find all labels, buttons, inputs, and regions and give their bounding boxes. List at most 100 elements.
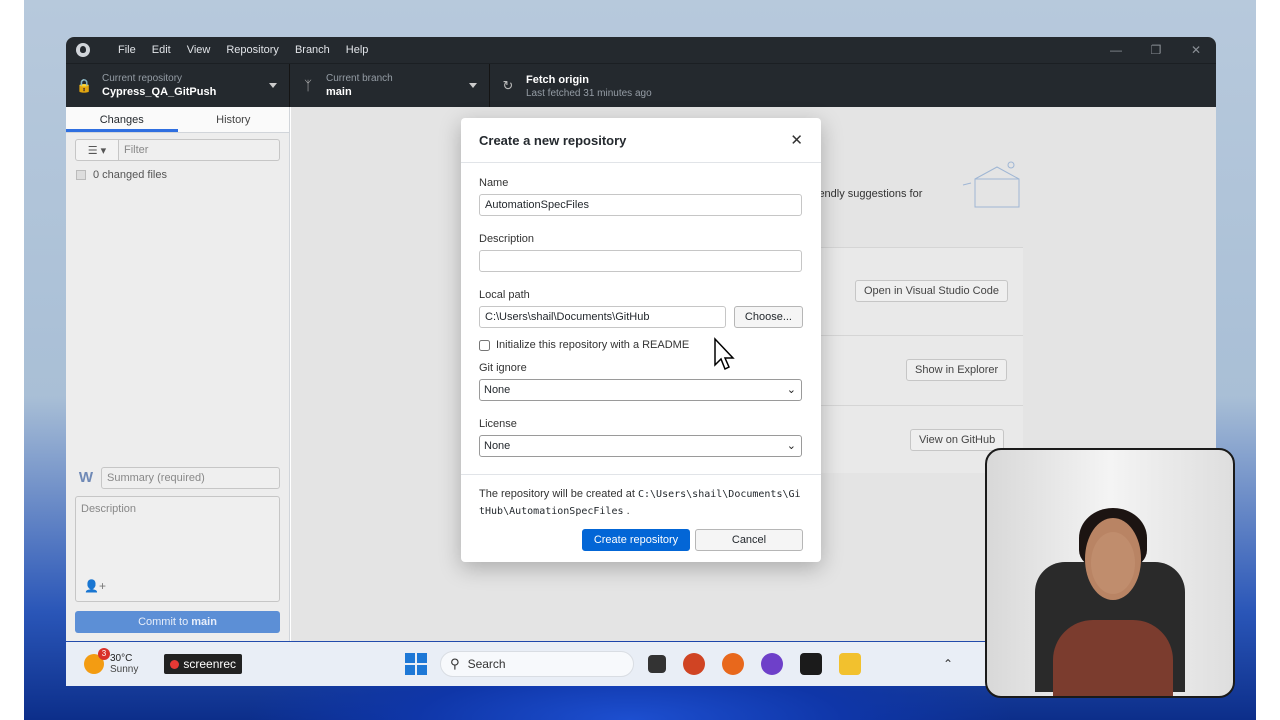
tab-changes[interactable]: Changes	[66, 107, 178, 132]
weather-condition: Sunny	[110, 664, 139, 675]
view-on-github-button[interactable]: View on GitHub	[910, 429, 1005, 451]
firefox-icon[interactable]	[722, 653, 745, 675]
summary-input[interactable]: Summary (required)	[101, 467, 280, 489]
avatar: W	[78, 469, 94, 486]
fetch-origin-button[interactable]: ↻ Fetch origin Last fetched 31 minutes a…	[490, 64, 730, 107]
changes-sidebar: Changes History ☰ ▾ Filter 0 changed fil…	[66, 107, 290, 641]
task-view-icon[interactable]	[648, 655, 667, 673]
local-path-row: Choose...	[479, 306, 803, 328]
sync-icon: ↻	[502, 77, 514, 93]
menu-branch[interactable]: Branch	[287, 44, 338, 56]
license-select[interactable]: None ⌄	[479, 435, 802, 457]
gitignore-select[interactable]: None ⌄	[479, 379, 802, 401]
gitignore-label: Git ignore	[479, 362, 527, 374]
license-label: License	[479, 418, 517, 430]
current-repository-value: Cypress_QA_GitPush	[102, 86, 217, 98]
show-in-explorer-button[interactable]: Show in Explorer	[906, 359, 1008, 381]
name-input[interactable]	[479, 194, 802, 216]
menu-repository[interactable]: Repository	[218, 44, 287, 56]
choose-button[interactable]: Choose...	[733, 306, 803, 328]
weather-sun-icon: 3	[84, 648, 110, 674]
screenrec-label: screenrec	[183, 657, 237, 671]
name-label: Name	[479, 177, 509, 189]
dialog-title: Create a new repository	[479, 132, 627, 148]
note-path-part-1: C:\Users\shail\Documents\Gi	[637, 489, 801, 500]
description-label: Description	[479, 233, 535, 245]
menu-edit[interactable]: Edit	[144, 44, 179, 56]
local-path-input[interactable]	[479, 306, 726, 328]
note-suffix: .	[626, 505, 630, 517]
close-window-icon[interactable]: ✕	[1176, 43, 1216, 57]
dialog-actions: Create repository Cancel	[479, 529, 803, 551]
webcam-body	[1053, 620, 1173, 696]
fetch-origin-label: Fetch origin	[526, 74, 589, 86]
lock-icon: 🔒	[76, 77, 93, 93]
local-path-label: Local path	[479, 289, 530, 301]
open-in-editor-button[interactable]: Open in Visual Studio Code	[855, 280, 1008, 302]
current-branch-value: main	[326, 86, 352, 98]
branch-icon: ᛉ	[304, 78, 312, 93]
powerpoint-icon[interactable]	[683, 653, 706, 675]
webcam-overlay	[985, 448, 1235, 698]
select-all-checkbox[interactable]	[76, 170, 86, 180]
taskbar-search[interactable]: ⚲ Search	[440, 651, 635, 677]
screenrec-app[interactable]: screenrec	[164, 654, 243, 674]
frame-right	[1256, 0, 1280, 720]
filter-input[interactable]: Filter	[119, 139, 280, 161]
current-repository-button[interactable]: 🔒 Current repository Cypress_QA_GitPush	[66, 64, 290, 107]
menu-help[interactable]: Help	[338, 44, 377, 56]
mouse-cursor-icon	[714, 337, 735, 371]
weather-widget[interactable]: 3 30°C Sunny	[84, 648, 138, 675]
chevron-down-icon	[469, 83, 477, 88]
chevron-down-icon: ⌄	[786, 440, 796, 452]
maximize-icon[interactable]: ❐	[1136, 43, 1176, 57]
filter-options-button[interactable]: ☰ ▾	[75, 139, 119, 161]
note-prefix: The repository will be created at	[479, 488, 635, 500]
menu-file[interactable]: File	[110, 44, 144, 56]
commit-button[interactable]: Commit to main	[75, 611, 280, 633]
close-icon[interactable]: ✕	[790, 131, 803, 149]
sidebar-tabs: Changes History	[66, 107, 289, 133]
menu-view[interactable]: View	[179, 44, 219, 56]
current-branch-button[interactable]: ᛉ Current branch main	[290, 64, 490, 107]
file-explorer-icon[interactable]	[839, 653, 862, 675]
summary-row: W Summary (required)	[75, 467, 280, 489]
description-input[interactable]	[479, 250, 802, 272]
commit-description-input[interactable]: Description 👤+	[75, 496, 280, 602]
create-repository-dialog: Create a new repository ✕ Name Descripti…	[461, 118, 821, 562]
toolbar: 🔒 Current repository Cypress_QA_GitPush …	[66, 63, 1216, 107]
commit-button-branch: main	[191, 616, 217, 628]
taskbar-search-label: Search	[467, 657, 506, 671]
webcam-face	[1091, 532, 1135, 594]
weather-text: 30°C Sunny	[110, 653, 138, 675]
changed-files-count: 0 changed files	[93, 169, 167, 181]
windows-start-icon[interactable]	[405, 653, 428, 675]
add-coauthor-icon[interactable]: 👤+	[84, 579, 106, 593]
create-repository-button[interactable]: Create repository	[582, 529, 690, 551]
suggestion-text: iendly suggestions for	[816, 188, 923, 200]
dialog-body: Name Description Local path Choose... In…	[461, 163, 821, 551]
gitignore-value: None	[484, 384, 511, 396]
minimize-icon[interactable]: —	[1096, 43, 1136, 57]
cancel-button[interactable]: Cancel	[695, 529, 803, 551]
creation-path-note: The repository will be created at C:\Use…	[461, 474, 821, 520]
readme-checkbox[interactable]	[479, 339, 490, 351]
tray-chevron-up-icon[interactable]: ⌃	[943, 657, 953, 671]
window-controls: — ❐ ✕	[1096, 43, 1216, 57]
search-icon: ⚲	[450, 656, 460, 671]
cursor-app-icon[interactable]	[800, 653, 823, 675]
tab-history[interactable]: History	[178, 107, 290, 132]
temperature: 30°C	[110, 653, 133, 664]
weather-badge: 3	[98, 648, 110, 660]
record-icon	[170, 659, 180, 669]
current-repository-label: Current repository	[102, 73, 183, 84]
filter-icon: ☰ ▾	[87, 144, 107, 157]
changed-files-row: 0 changed files	[66, 167, 289, 183]
readme-checkbox-row[interactable]: Initialize this repository with a README	[479, 339, 803, 351]
github-desktop-icon[interactable]	[761, 653, 784, 675]
note-path-part-2: tHub\AutomationSpecFiles	[479, 506, 624, 517]
illustration-icon	[962, 161, 1020, 208]
filter-row: ☰ ▾ Filter	[66, 133, 289, 167]
dialog-header: Create a new repository ✕	[461, 118, 821, 163]
last-fetched-text: Last fetched 31 minutes ago	[526, 88, 652, 99]
